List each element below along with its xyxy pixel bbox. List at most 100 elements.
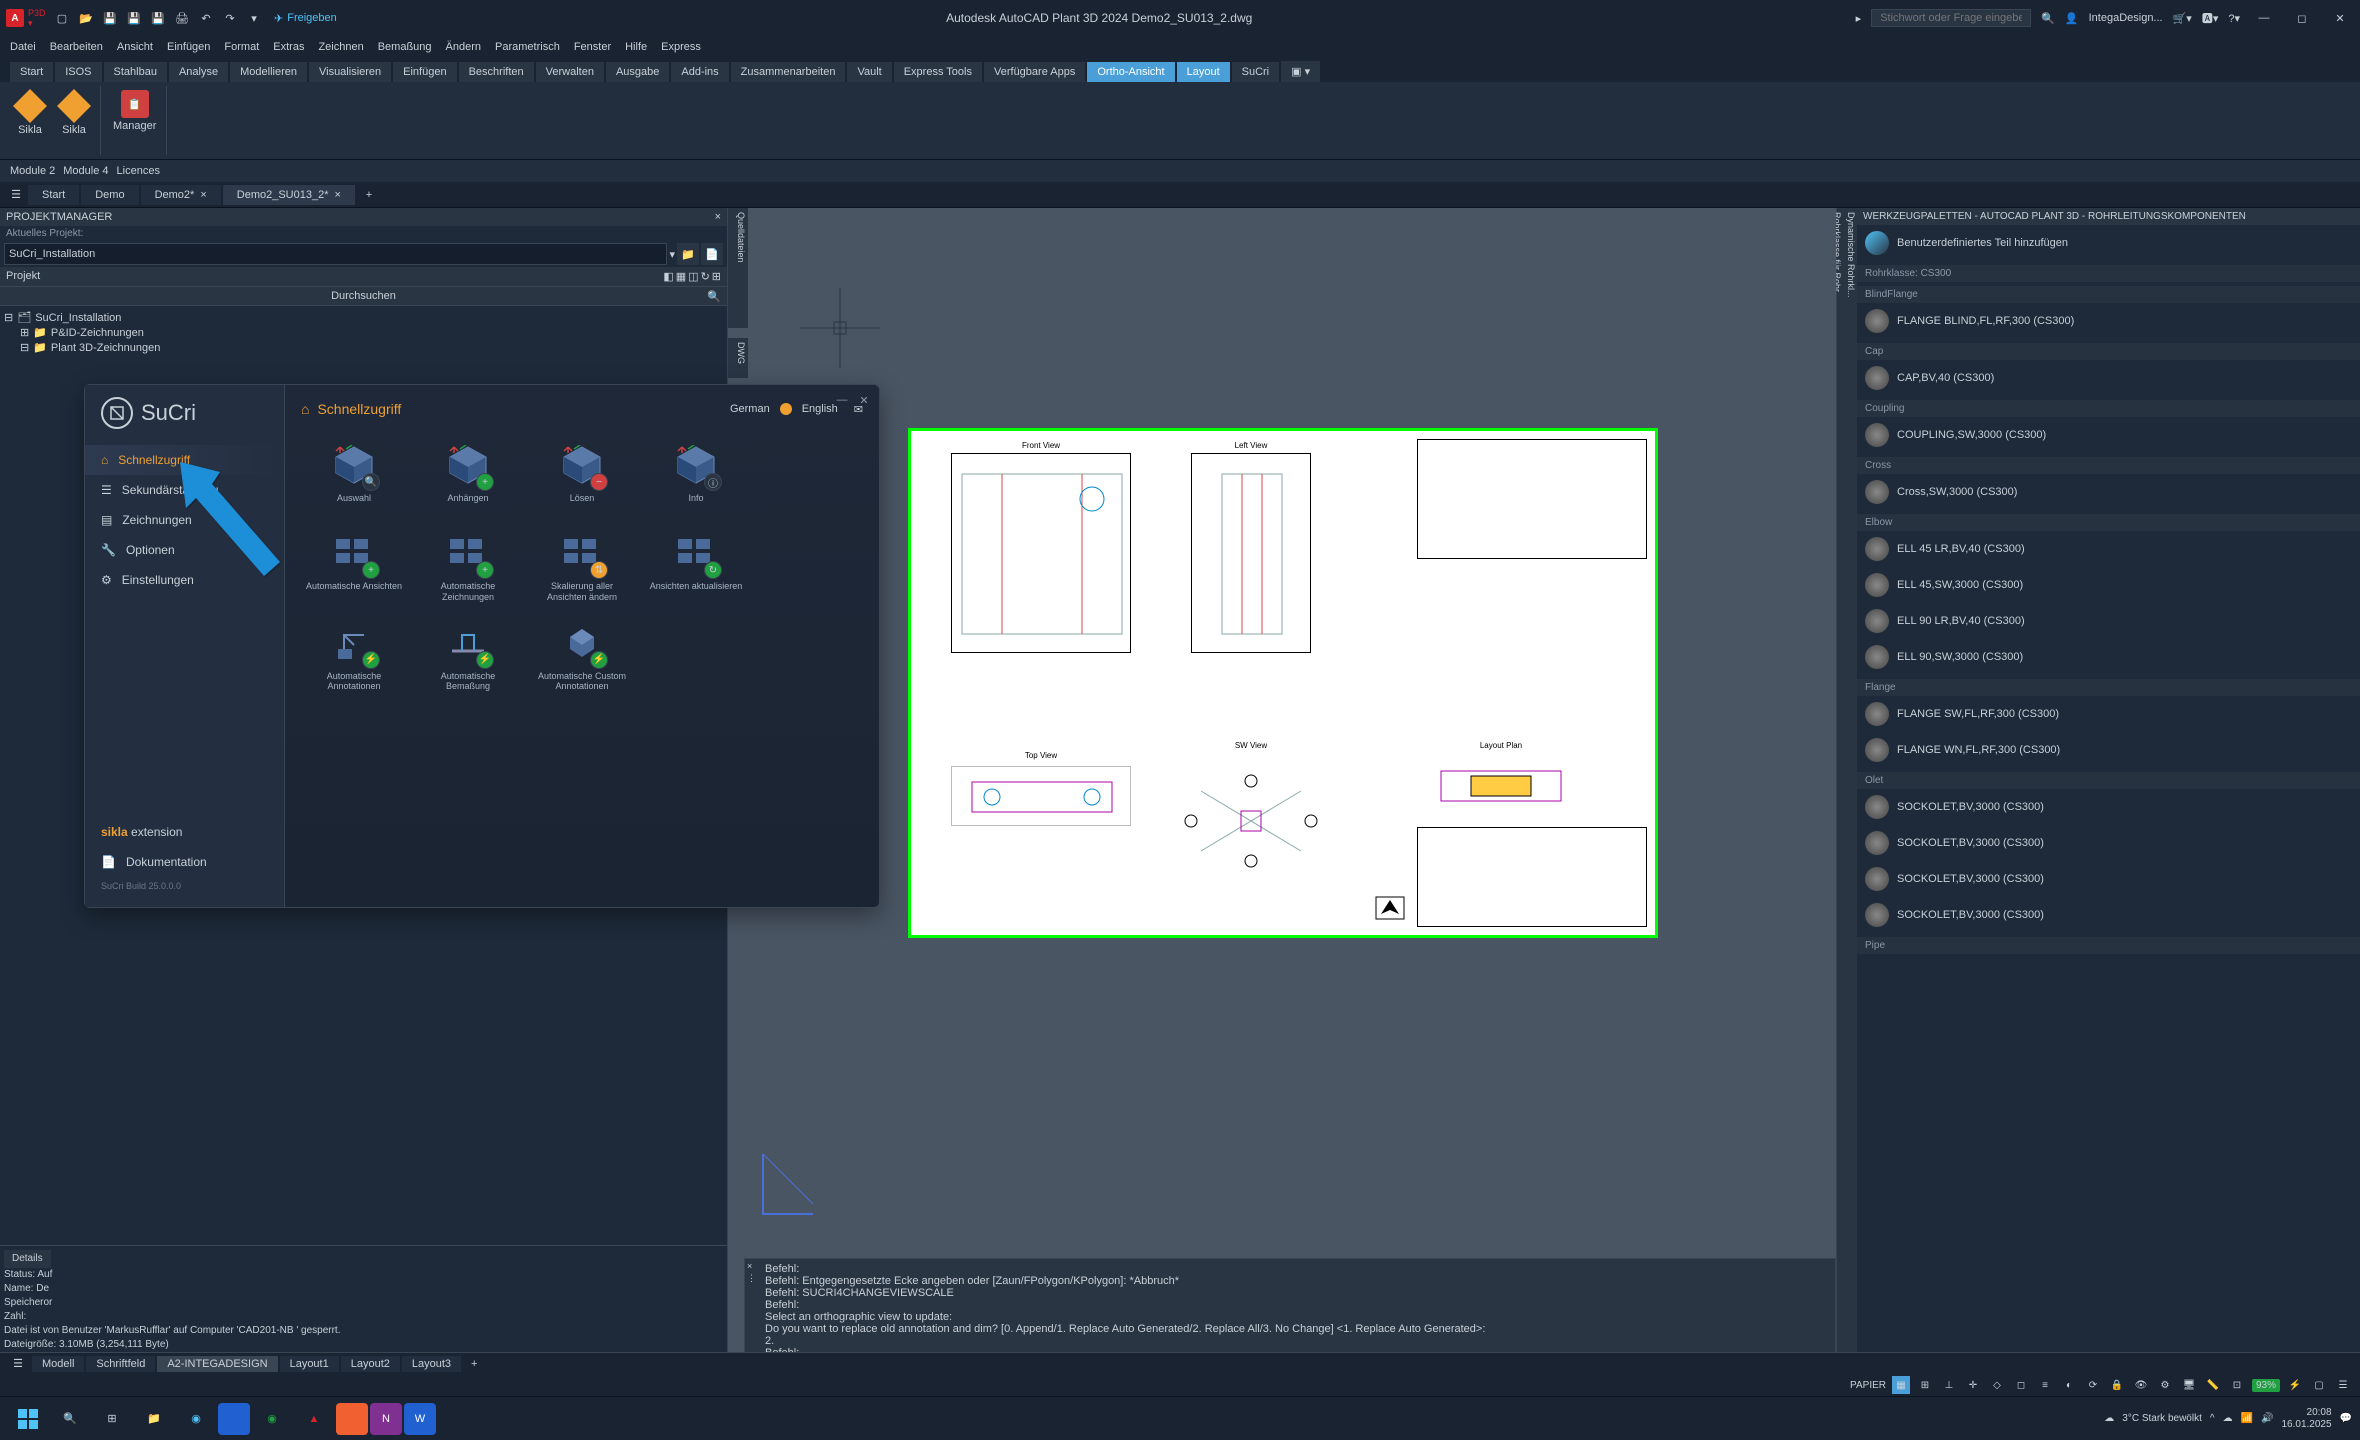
pm-tool-icon[interactable]: ◫: [688, 270, 698, 283]
taskbar-app4[interactable]: N: [370, 1403, 402, 1435]
status-annoscale-icon[interactable]: 🔒: [2108, 1376, 2126, 1394]
layout-tab-schriftfeld[interactable]: Schriftfeld: [86, 1356, 155, 1372]
palette-item[interactable]: FLANGE BLIND,FL,RF,300 (CS300): [1857, 303, 2360, 339]
sucri-nav-sekundaer[interactable]: ☰ Sekundärstahlbau: [85, 475, 284, 505]
cmd-handle-icon[interactable]: ⋮: [747, 1273, 756, 1284]
taskbar-acad[interactable]: ▲: [294, 1399, 334, 1439]
palette-item[interactable]: ELL 45 LR,BV,40 (CS300): [1857, 531, 2360, 567]
status-qp-icon[interactable]: ⊡: [2228, 1376, 2246, 1394]
layout-tab-a2[interactable]: A2-INTEGADESIGN: [157, 1356, 277, 1372]
menu-hilfe[interactable]: Hilfe: [625, 41, 647, 53]
menu-zeichnen[interactable]: Zeichnen: [318, 41, 363, 53]
ribbon-tab-sucri[interactable]: SuCri: [1232, 62, 1280, 82]
ribbon-tab-beschriften[interactable]: Beschriften: [459, 62, 534, 82]
menu-bemassung[interactable]: Bemaßung: [378, 41, 432, 53]
weather-icon[interactable]: ☁: [2104, 1413, 2114, 1424]
weather-text[interactable]: 3°C Stark bewölkt: [2122, 1413, 2202, 1424]
sucri-tool-auswahl[interactable]: 🔍Auswahl: [301, 437, 407, 517]
lang-german[interactable]: German: [730, 403, 770, 415]
status-annovis-icon[interactable]: 👁: [2132, 1376, 2150, 1394]
sucri-tool-automatische-bema-ung[interactable]: ⚡Automatische Bemaßung: [415, 615, 521, 697]
status-osnap-icon[interactable]: ◻: [2012, 1376, 2030, 1394]
sucri-close[interactable]: ✕: [855, 391, 873, 409]
subtab-module4[interactable]: Module 4: [63, 165, 108, 177]
close-button[interactable]: ✕: [2326, 4, 2354, 32]
file-tab-demo[interactable]: Demo: [81, 185, 138, 205]
pm-search-bar[interactable]: Durchsuchen 🔍: [0, 286, 727, 306]
canvas-vtab-dwg[interactable]: DWG: [728, 338, 748, 378]
pm-tool-icon[interactable]: ⊞: [712, 270, 721, 283]
palette-item[interactable]: COUPLING,SW,3000 (CS300): [1857, 417, 2360, 453]
palette-item[interactable]: SOCKOLET,BV,3000 (CS300): [1857, 897, 2360, 933]
menu-express[interactable]: Express: [661, 41, 701, 53]
ribbon-tab-expresstools[interactable]: Express Tools: [894, 62, 982, 82]
tray-network-icon[interactable]: 📶: [2241, 1413, 2253, 1424]
file-tab-demo2[interactable]: Demo2*×: [141, 185, 221, 205]
file-menu-icon[interactable]: ☰: [4, 183, 28, 207]
status-snap-icon[interactable]: ⊞: [1916, 1376, 1934, 1394]
ribbon-tab-vault[interactable]: Vault: [847, 62, 891, 82]
menu-extras[interactable]: Extras: [273, 41, 304, 53]
taskbar-edge[interactable]: ◉: [176, 1399, 216, 1439]
save-icon[interactable]: 💾: [100, 8, 120, 28]
palette-item[interactable]: SOCKOLET,BV,3000 (CS300): [1857, 789, 2360, 825]
user-label[interactable]: IntegaDesign...: [2089, 12, 2163, 24]
open-icon[interactable]: 📂: [76, 8, 96, 28]
tray-notifications-icon[interactable]: 💬: [2340, 1413, 2352, 1424]
app-icon[interactable]: A: [6, 9, 24, 27]
pm-tool-icon[interactable]: ↻: [701, 270, 710, 283]
search-icon[interactable]: 🔍: [707, 290, 721, 303]
user-icon[interactable]: 👤: [2065, 12, 2079, 25]
ribbon-tab-apps[interactable]: Verfügbare Apps: [984, 62, 1085, 82]
status-ws-icon[interactable]: ⚙: [2156, 1376, 2174, 1394]
share-button[interactable]: ✈ Freigeben: [268, 12, 343, 25]
tree-root[interactable]: ⊟ 🗂 SuCri_Installation: [4, 310, 723, 325]
taskbar-word[interactable]: W: [404, 1403, 436, 1435]
canvas-vtab-quelldateien[interactable]: Quelldateien: [728, 208, 748, 328]
undo-icon[interactable]: ↶: [196, 8, 216, 28]
win-search-icon[interactable]: 🔍: [50, 1399, 90, 1439]
sucri-nav-zeichnungen[interactable]: ▤ Zeichnungen: [85, 505, 284, 535]
win-start-icon[interactable]: [8, 1399, 48, 1439]
saveall-icon[interactable]: 💾: [148, 8, 168, 28]
palette-item[interactable]: ELL 90 LR,BV,40 (CS300): [1857, 603, 2360, 639]
status-ortho-icon[interactable]: ⊥: [1940, 1376, 1958, 1394]
ribbon-tab-visualisieren[interactable]: Visualisieren: [309, 62, 391, 82]
sucri-tool-l-sen[interactable]: −Lösen: [529, 437, 635, 517]
subtab-module2[interactable]: Module 2: [10, 165, 55, 177]
ribbon-sikla-2[interactable]: Sikla: [56, 88, 92, 138]
taskbar-clock[interactable]: 20:08 16.01.2025: [2281, 1407, 2331, 1431]
tree-expand-icon[interactable]: ⊞: [20, 326, 29, 339]
menu-bearbeiten[interactable]: Bearbeiten: [50, 41, 103, 53]
ribbon-tab-layout[interactable]: Layout: [1177, 62, 1230, 82]
sucri-minimize[interactable]: —: [833, 391, 851, 409]
sucri-tool-ansichten-aktualisieren[interactable]: ↻Ansichten aktualisieren: [643, 525, 749, 607]
sucri-tool-info[interactable]: ⓘInfo: [643, 437, 749, 517]
tray-volume-icon[interactable]: 🔊: [2261, 1413, 2273, 1424]
ribbon-tab-modellieren[interactable]: Modellieren: [230, 62, 307, 82]
pm-folder-icon[interactable]: 📁: [677, 243, 699, 265]
ribbon-tab-ortho[interactable]: Ortho-Ansicht: [1087, 62, 1174, 82]
tree-pid[interactable]: ⊞ 📁 P&ID-Zeichnungen: [4, 325, 723, 340]
palette-item[interactable]: CAP,BV,40 (CS300): [1857, 360, 2360, 396]
minimize-button[interactable]: —: [2250, 4, 2278, 32]
ribbon-sikla-1[interactable]: Sikla: [12, 88, 48, 138]
sucri-tool-automatische-annotationen[interactable]: ⚡Automatische Annotationen: [301, 615, 407, 697]
taskbar-app2[interactable]: ◉: [252, 1399, 292, 1439]
sucri-nav-doc[interactable]: 📄 Dokumentation: [85, 847, 284, 877]
status-paper[interactable]: PAPIER: [1850, 1380, 1886, 1391]
layout-tab-layout1[interactable]: Layout1: [280, 1356, 339, 1372]
sucri-nav-schnellzugriff[interactable]: ⌂ Schnellzugriff: [85, 445, 284, 475]
status-iso-icon[interactable]: ◇: [1988, 1376, 2006, 1394]
tray-cloud-icon[interactable]: ☁: [2223, 1413, 2233, 1424]
cart-icon[interactable]: 🛒▾: [2173, 12, 2192, 25]
menu-ansicht[interactable]: Ansicht: [117, 41, 153, 53]
taskbar-app1[interactable]: [218, 1403, 250, 1435]
menu-format[interactable]: Format: [224, 41, 259, 53]
palette-item[interactable]: Cross,SW,3000 (CS300): [1857, 474, 2360, 510]
status-lweight-icon[interactable]: ≡: [2036, 1376, 2054, 1394]
ribbon-tab-analyse[interactable]: Analyse: [169, 62, 228, 82]
sucri-tool-anh-ngen[interactable]: +Anhängen: [415, 437, 521, 517]
status-hw-icon[interactable]: ⚡: [2286, 1376, 2304, 1394]
palette-item[interactable]: SOCKOLET,BV,3000 (CS300): [1857, 825, 2360, 861]
